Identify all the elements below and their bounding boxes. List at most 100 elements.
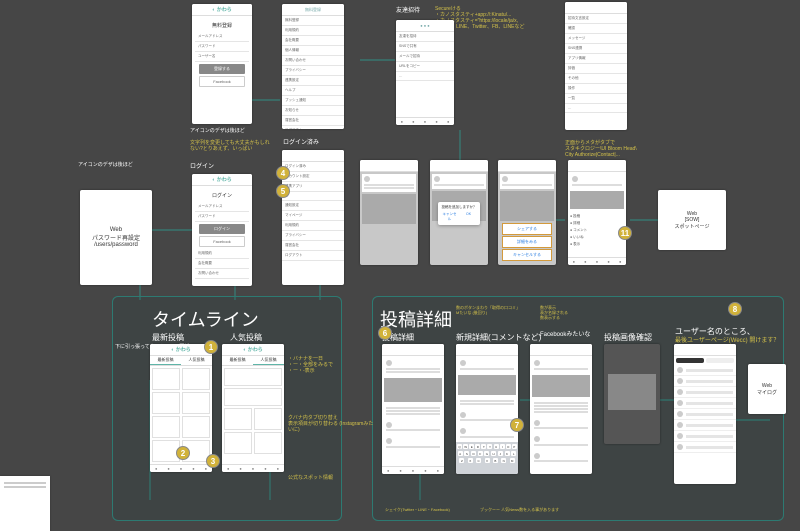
list-item[interactable] [674, 398, 736, 409]
post-card[interactable] [152, 416, 180, 438]
list-row[interactable]: 友達を招待 [396, 32, 454, 42]
tab-popular[interactable]: 人気投稿 [181, 356, 212, 365]
list-row[interactable]: プライバシー [282, 66, 344, 76]
list-row[interactable]: アプリ情報 [565, 54, 627, 64]
badge-2: 2 [176, 446, 190, 460]
popular-card[interactable] [224, 368, 282, 386]
tab-latest[interactable]: 最新投稿 [150, 356, 181, 365]
tab-bar-2[interactable] [568, 257, 626, 265]
list-row[interactable]: ログアウト [282, 126, 344, 129]
annot-icon-design-2: アイコンのデザは後ほど [190, 128, 245, 134]
tab-bar-4[interactable] [222, 464, 284, 472]
list-row[interactable]: … [282, 192, 344, 201]
list-item[interactable] [674, 387, 736, 398]
sheet-opt-cancel[interactable]: キャンセルする [502, 249, 552, 261]
list-row[interactable]: アカウント設定 [282, 172, 344, 182]
list-item[interactable] [674, 409, 736, 420]
screen-post-comment: QWERTYUIOP ASDFGHJKL ZXCVBNM [456, 344, 518, 474]
action-sheet: シェアする 詳細をみる キャンセルする [502, 222, 552, 261]
post-card[interactable] [182, 416, 210, 438]
post-card[interactable] [182, 392, 210, 414]
list-row[interactable]: ログアウト [282, 251, 344, 261]
annot-post-small2: 数が表示 表か名録される 数表示する [540, 306, 568, 320]
tab-bar-5[interactable] [382, 466, 444, 474]
tab-popular-2[interactable]: 人気投稿 [253, 356, 284, 365]
list-row[interactable]: その他 [565, 74, 627, 84]
login-extra-2[interactable]: 会社概要 [195, 259, 249, 269]
post-card[interactable] [152, 368, 180, 390]
signup-email-field[interactable]: メールアドレス [195, 32, 249, 42]
list-row[interactable]: … [396, 72, 454, 81]
login-pass-field[interactable]: パスワード [195, 212, 249, 222]
post-card[interactable] [254, 408, 282, 430]
signup-submit-button[interactable]: 登録する [199, 64, 245, 74]
list-item[interactable] [674, 420, 736, 431]
list-row[interactable]: 会社概要 [282, 36, 344, 46]
list-row[interactable]: 操作 [565, 84, 627, 94]
login-fb-button[interactable]: Facebook [199, 236, 245, 247]
list-row[interactable]: ログイン済み [282, 162, 344, 172]
list-row[interactable]: 利用規約 [282, 26, 344, 36]
signup-pass-field[interactable]: パスワード [195, 42, 249, 52]
list-item[interactable] [674, 431, 736, 442]
screen-login: ◐ かわら ログイン メールアドレス パスワード ログイン Facebook 利… [192, 174, 252, 286]
list-row[interactable]: URLをコピー [396, 62, 454, 72]
tab-latest-2[interactable]: 最新投稿 [222, 356, 253, 365]
post-sub-user2: 最後ユーザーページ(Wecc) 開けます？ [675, 335, 779, 344]
screen-web-mylog: Web マイログ [748, 364, 786, 414]
list-row[interactable]: SNSで共有 [396, 42, 454, 52]
list-row[interactable]: 個人情報 [282, 46, 344, 56]
timeline-title: タイムライン [152, 306, 259, 332]
list-row[interactable]: 運営会社 [282, 116, 344, 126]
post-card[interactable] [224, 432, 252, 454]
list-row[interactable]: メッセージ [565, 34, 627, 44]
list-row[interactable]: 招待文言設定 [565, 14, 627, 24]
list-row[interactable]: マイページ [282, 211, 344, 221]
list-row[interactable]: 一覧 [565, 94, 627, 104]
login-submit-button[interactable]: ログイン [199, 224, 245, 234]
list-row[interactable]: 評価 [565, 64, 627, 74]
list-row[interactable]: 利用規約 [282, 221, 344, 231]
screen-bullets: ● 投稿● 詳細● コメント● いいね● 表示 [568, 160, 626, 265]
post-card[interactable] [224, 408, 252, 430]
signup-fb-button[interactable]: Facebook [199, 76, 245, 87]
login-extra-1[interactable]: 利用規約 [195, 249, 249, 259]
sheet-opt-share[interactable]: シェアする [502, 223, 552, 235]
list-row[interactable]: 連携アプリ [282, 182, 344, 192]
screen-settings: 無料登録 無料登録利用規約会社概要個人情報お問い合わせプライバシー連携設定ヘルプ… [282, 4, 344, 129]
list-row[interactable]: プライバシー [282, 231, 344, 241]
list-item[interactable] [674, 376, 736, 387]
list-item[interactable] [674, 442, 736, 453]
login-extra-3[interactable]: お問い合わせ [195, 269, 249, 279]
list-row[interactable]: お問い合わせ [282, 56, 344, 66]
post-card[interactable] [152, 392, 180, 414]
list-row[interactable]: 運営会社 [282, 241, 344, 251]
list-row[interactable]: SNS連携 [565, 44, 627, 54]
tab-bar[interactable] [396, 117, 454, 125]
keyboard[interactable]: QWERTYUIOP ASDFGHJKL ZXCVBNM [456, 442, 518, 474]
seg-tab-2[interactable] [706, 358, 734, 363]
modal-ok-button[interactable]: OK [460, 212, 477, 222]
seg-tab-1[interactable] [676, 358, 704, 363]
popular-card[interactable] [224, 388, 282, 406]
list-item[interactable] [674, 365, 736, 376]
list-row[interactable]: 連携設定 [282, 76, 344, 86]
list-row[interactable]: プッシュ通知 [282, 96, 344, 106]
invite-header: ● ● ● [396, 20, 454, 32]
signup-name-field[interactable]: ユーザー名 [195, 52, 249, 62]
tab-bar-3[interactable] [150, 464, 212, 472]
screen-post-detail-2 [530, 344, 592, 474]
login-email-field[interactable]: メールアドレス [195, 202, 249, 212]
list-row[interactable]: … [565, 104, 627, 113]
post-card[interactable] [182, 368, 210, 390]
post-card[interactable] [254, 432, 282, 454]
list-row[interactable]: メールで招待 [396, 52, 454, 62]
sheet-opt-detail[interactable]: 詳細をみる [502, 236, 552, 248]
list-row[interactable]: 無料登録 [282, 16, 344, 26]
list-row[interactable]: 通知設定 [282, 201, 344, 211]
list-row[interactable]: 確認 [565, 24, 627, 34]
modal-cancel-button[interactable]: キャンセル [441, 212, 458, 222]
fullscreen-image[interactable] [608, 374, 656, 410]
list-row[interactable]: お知らせ [282, 106, 344, 116]
list-row[interactable]: ヘルプ [282, 86, 344, 96]
